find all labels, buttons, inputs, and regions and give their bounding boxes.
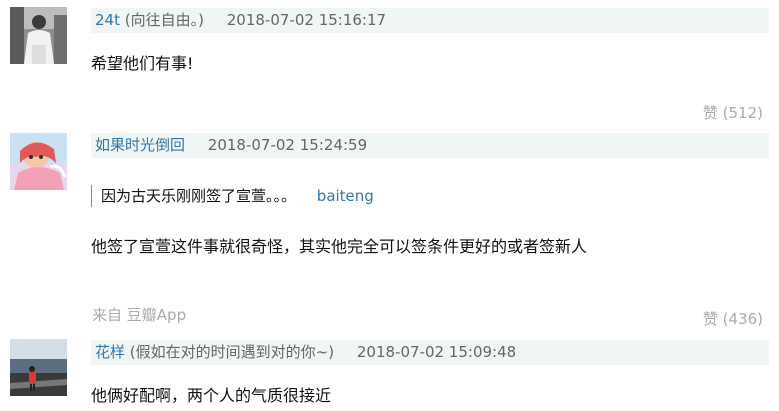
- author-signature: (假如在对的时间遇到对的你~): [129, 343, 335, 361]
- street-photo-avatar-icon: [10, 339, 67, 396]
- author-link[interactable]: 花样: [95, 343, 125, 361]
- comment-time: 2018-07-02 15:09:48: [356, 343, 517, 361]
- comment-meta: 花样 (假如在对的时间遇到对的你~) 2018-07-02 15:09:48: [91, 340, 769, 365]
- comment-content: 他俩好配啊，两个人的气质很接近: [91, 386, 332, 405]
- comment-item: 花样 (假如在对的时间遇到对的你~) 2018-07-02 15:09:48 他…: [0, 0, 779, 411]
- avatar[interactable]: [10, 339, 67, 396]
